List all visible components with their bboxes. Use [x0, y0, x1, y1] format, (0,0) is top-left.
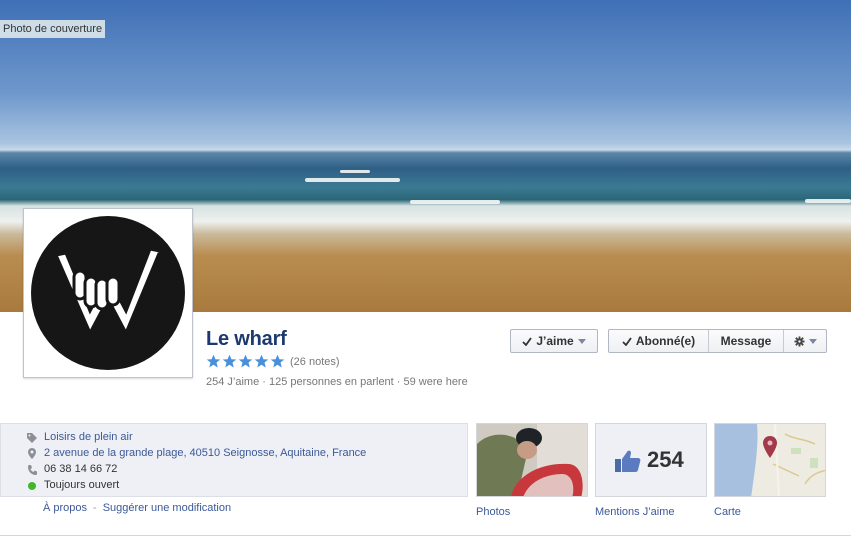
link-separator: - [93, 502, 97, 514]
map-label[interactable]: Carte [714, 506, 741, 518]
like-button-label: J’aime [536, 334, 574, 348]
photos-thumbnail[interactable] [476, 423, 588, 497]
wave-crest [340, 170, 370, 173]
map-image [715, 424, 825, 496]
follow-button-label: Abonné(e) [635, 334, 696, 348]
status-dot-icon [28, 481, 36, 490]
phone-number: 06 38 14 66 72 [44, 463, 118, 475]
opening-status: Toujours ouvert [44, 479, 120, 491]
info-category-row: Loisirs de plein air [27, 431, 133, 444]
info-phone-row: 06 38 14 66 72 [27, 463, 117, 476]
thumbs-up-icon [615, 450, 641, 472]
map-pin-icon [28, 448, 36, 459]
like-button[interactable]: J’aime [510, 329, 598, 353]
gear-icon [793, 335, 805, 347]
phone-icon [27, 464, 37, 475]
wave-crest [410, 200, 500, 204]
likes-label[interactable]: Mentions J’aime [595, 506, 674, 518]
info-address-row: 2 avenue de la grande plage, 40510 Seign… [27, 447, 366, 460]
caret-down-icon [577, 338, 586, 344]
checkmark-icon [622, 336, 632, 346]
photos-label[interactable]: Photos [476, 506, 510, 518]
rating[interactable]: (26 notes) [206, 354, 340, 369]
message-button[interactable]: Message [709, 330, 784, 352]
star-icon [270, 354, 285, 368]
checkmark-icon [522, 336, 533, 346]
likes-count: 254 [647, 447, 684, 472]
star-icon [206, 354, 221, 368]
star-icon [238, 354, 253, 368]
suggest-edit-link[interactable]: Suggérer une modification [103, 502, 231, 514]
tag-icon [27, 432, 37, 443]
address-link[interactable]: 2 avenue de la grande plage, 40510 Seign… [44, 447, 366, 460]
about-link[interactable]: À propos [43, 502, 87, 514]
caret-down-icon [808, 338, 817, 344]
action-button-group: Abonné(e) Message [608, 329, 827, 353]
star-icon [222, 354, 237, 368]
settings-menu-button[interactable] [784, 330, 826, 352]
photo-thumbnail-image [477, 424, 587, 496]
cover-photo-tooltip: Photo de couverture [0, 20, 106, 38]
shaka-logo-icon [31, 216, 185, 370]
star-icon [254, 354, 269, 368]
wave-crest [305, 178, 400, 182]
info-hours-row: Toujours ouvert [27, 479, 119, 492]
profile-picture[interactable] [23, 208, 193, 378]
page-stats: 254 J’aime · 125 personnes en parlent · … [206, 376, 468, 388]
wave-crest [805, 199, 851, 203]
about-links: À propos - Suggérer une modification [43, 502, 231, 514]
follow-button[interactable]: Abonné(e) [609, 330, 709, 352]
rating-count[interactable]: (26 notes) [290, 356, 340, 368]
message-button-label: Message [720, 334, 772, 348]
category-link[interactable]: Loisirs de plein air [44, 431, 133, 444]
map-thumbnail[interactable] [714, 423, 826, 497]
page-title[interactable]: Le wharf [206, 328, 287, 351]
